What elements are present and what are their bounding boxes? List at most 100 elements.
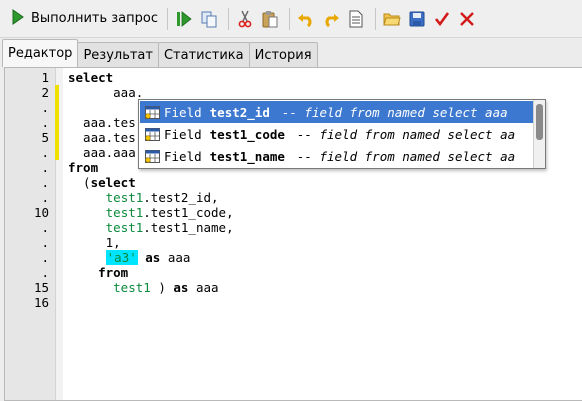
autocomplete-scrollbar[interactable]: [533, 100, 545, 168]
toolbar-separator: [167, 7, 168, 30]
line-number: .: [41, 100, 49, 115]
code-line: aaa.: [68, 85, 143, 100]
cut-icon[interactable]: [234, 6, 256, 32]
code-text: aaa.tes: [68, 130, 136, 145]
line-number: .: [41, 265, 49, 280]
code-text: .test1_name,: [143, 220, 234, 235]
code-line: select: [68, 70, 113, 85]
toolbar: Выполнить запрос: [0, 0, 582, 38]
line-number: 2: [41, 85, 49, 100]
change-marker: [55, 85, 59, 100]
tab-0[interactable]: Редактор: [2, 39, 79, 67]
code-line: aaa.tes: [68, 115, 136, 130]
item-name: test2_id: [209, 104, 270, 120]
autocomplete-item[interactable]: Field test1_name -- field from named selec…: [140, 145, 533, 167]
sql-keyword: from: [68, 160, 99, 175]
change-marker: [55, 100, 59, 115]
change-marker: [55, 115, 59, 130]
code-line: test1.test2_id,: [68, 190, 219, 205]
table-identifier: test1: [105, 220, 144, 235]
code-text: 1,: [68, 235, 121, 250]
commit-check-icon[interactable]: [431, 6, 453, 32]
table-identifier: test1: [113, 280, 151, 295]
sql-keyword: select: [90, 175, 136, 190]
line-number: .: [41, 250, 49, 265]
open-folder-icon[interactable]: [381, 6, 403, 32]
autocomplete-item[interactable]: Field test2_id -- field from named select …: [140, 101, 533, 123]
run-query-label: Выполнить запрос: [31, 11, 158, 26]
code-text: .test2_id,: [143, 190, 219, 205]
scrollbar-thumb[interactable]: [536, 104, 543, 140]
line-number: 1: [41, 70, 49, 85]
paste-icon[interactable]: [259, 6, 281, 32]
code-text: aaa.aaa: [68, 145, 136, 160]
document-icon[interactable]: [345, 6, 367, 32]
field-icon: [144, 105, 161, 119]
sql-keyword: as: [145, 250, 161, 265]
code-line: test1 ) as aaa: [68, 280, 219, 295]
code-text: aaa: [188, 280, 219, 295]
tab-bar: Редактор Результат Статистика История: [0, 39, 318, 67]
run-step-icon[interactable]: [173, 6, 195, 32]
code-line: 'a3' as aaa: [68, 250, 190, 265]
line-number: .: [41, 190, 49, 205]
field-icon: [144, 149, 161, 163]
redo-icon[interactable]: [320, 6, 342, 32]
rollback-x-icon[interactable]: [456, 6, 478, 32]
copy-icon[interactable]: [198, 6, 220, 32]
code-text: ): [150, 280, 174, 295]
item-name: test1_name: [209, 148, 285, 164]
line-number: 15: [33, 280, 49, 295]
tab-3[interactable]: История: [248, 42, 318, 67]
table-identifier: test1: [105, 190, 144, 205]
code-line: test1.test1_code,: [68, 205, 234, 220]
field-icon: [144, 127, 161, 141]
line-number: .: [41, 145, 49, 160]
sql-keyword: from: [98, 265, 129, 280]
code-line: aaa.aaa: [68, 145, 136, 160]
line-number: .: [41, 175, 49, 190]
toolbar-separator: [289, 7, 290, 30]
code-line: from: [68, 265, 128, 280]
toolbar-separator: [375, 7, 376, 30]
item-kind: Field: [164, 104, 202, 120]
table-identifier: test1: [105, 205, 144, 220]
line-number: 10: [33, 205, 49, 220]
code-text: aaa: [160, 250, 191, 265]
change-marker: [55, 130, 59, 145]
code-line: test1.test1_name,: [68, 220, 234, 235]
change-marker: [55, 145, 59, 160]
line-number: .: [41, 160, 49, 175]
code-text: aaa.tes: [68, 115, 136, 130]
tab-1[interactable]: Результат: [77, 42, 159, 67]
code-line: 1,: [68, 235, 121, 250]
undo-icon[interactable]: [295, 6, 317, 32]
item-kind: Field: [164, 126, 202, 142]
code-line: (select: [68, 175, 136, 190]
item-name: test1_code: [209, 126, 285, 142]
item-kind: Field: [164, 148, 202, 164]
code-text: aaa.: [68, 85, 144, 100]
line-number: .: [41, 220, 49, 235]
run-query-button[interactable]: Выполнить запрос: [8, 6, 162, 32]
autocomplete-item[interactable]: Field test1_code -- field from named selec…: [140, 123, 533, 145]
code-text: .test1_code,: [143, 205, 234, 220]
toolbar-separator: [228, 7, 229, 30]
run-icon: [12, 8, 24, 29]
string-literal: 'a3': [105, 250, 138, 265]
sql-keyword: as: [173, 280, 189, 295]
code-line: from: [68, 160, 98, 175]
code-line: aaa.tes: [68, 130, 136, 145]
save-icon[interactable]: [406, 6, 428, 32]
line-number: .: [41, 235, 49, 250]
item-description: -- field from named select aaa: [281, 104, 508, 120]
line-number: 16: [33, 295, 49, 310]
tab-2[interactable]: Статистика: [157, 42, 250, 67]
line-number: 5: [41, 130, 49, 145]
autocomplete-popup[interactable]: Field test2_id -- field from named select …: [138, 99, 546, 169]
